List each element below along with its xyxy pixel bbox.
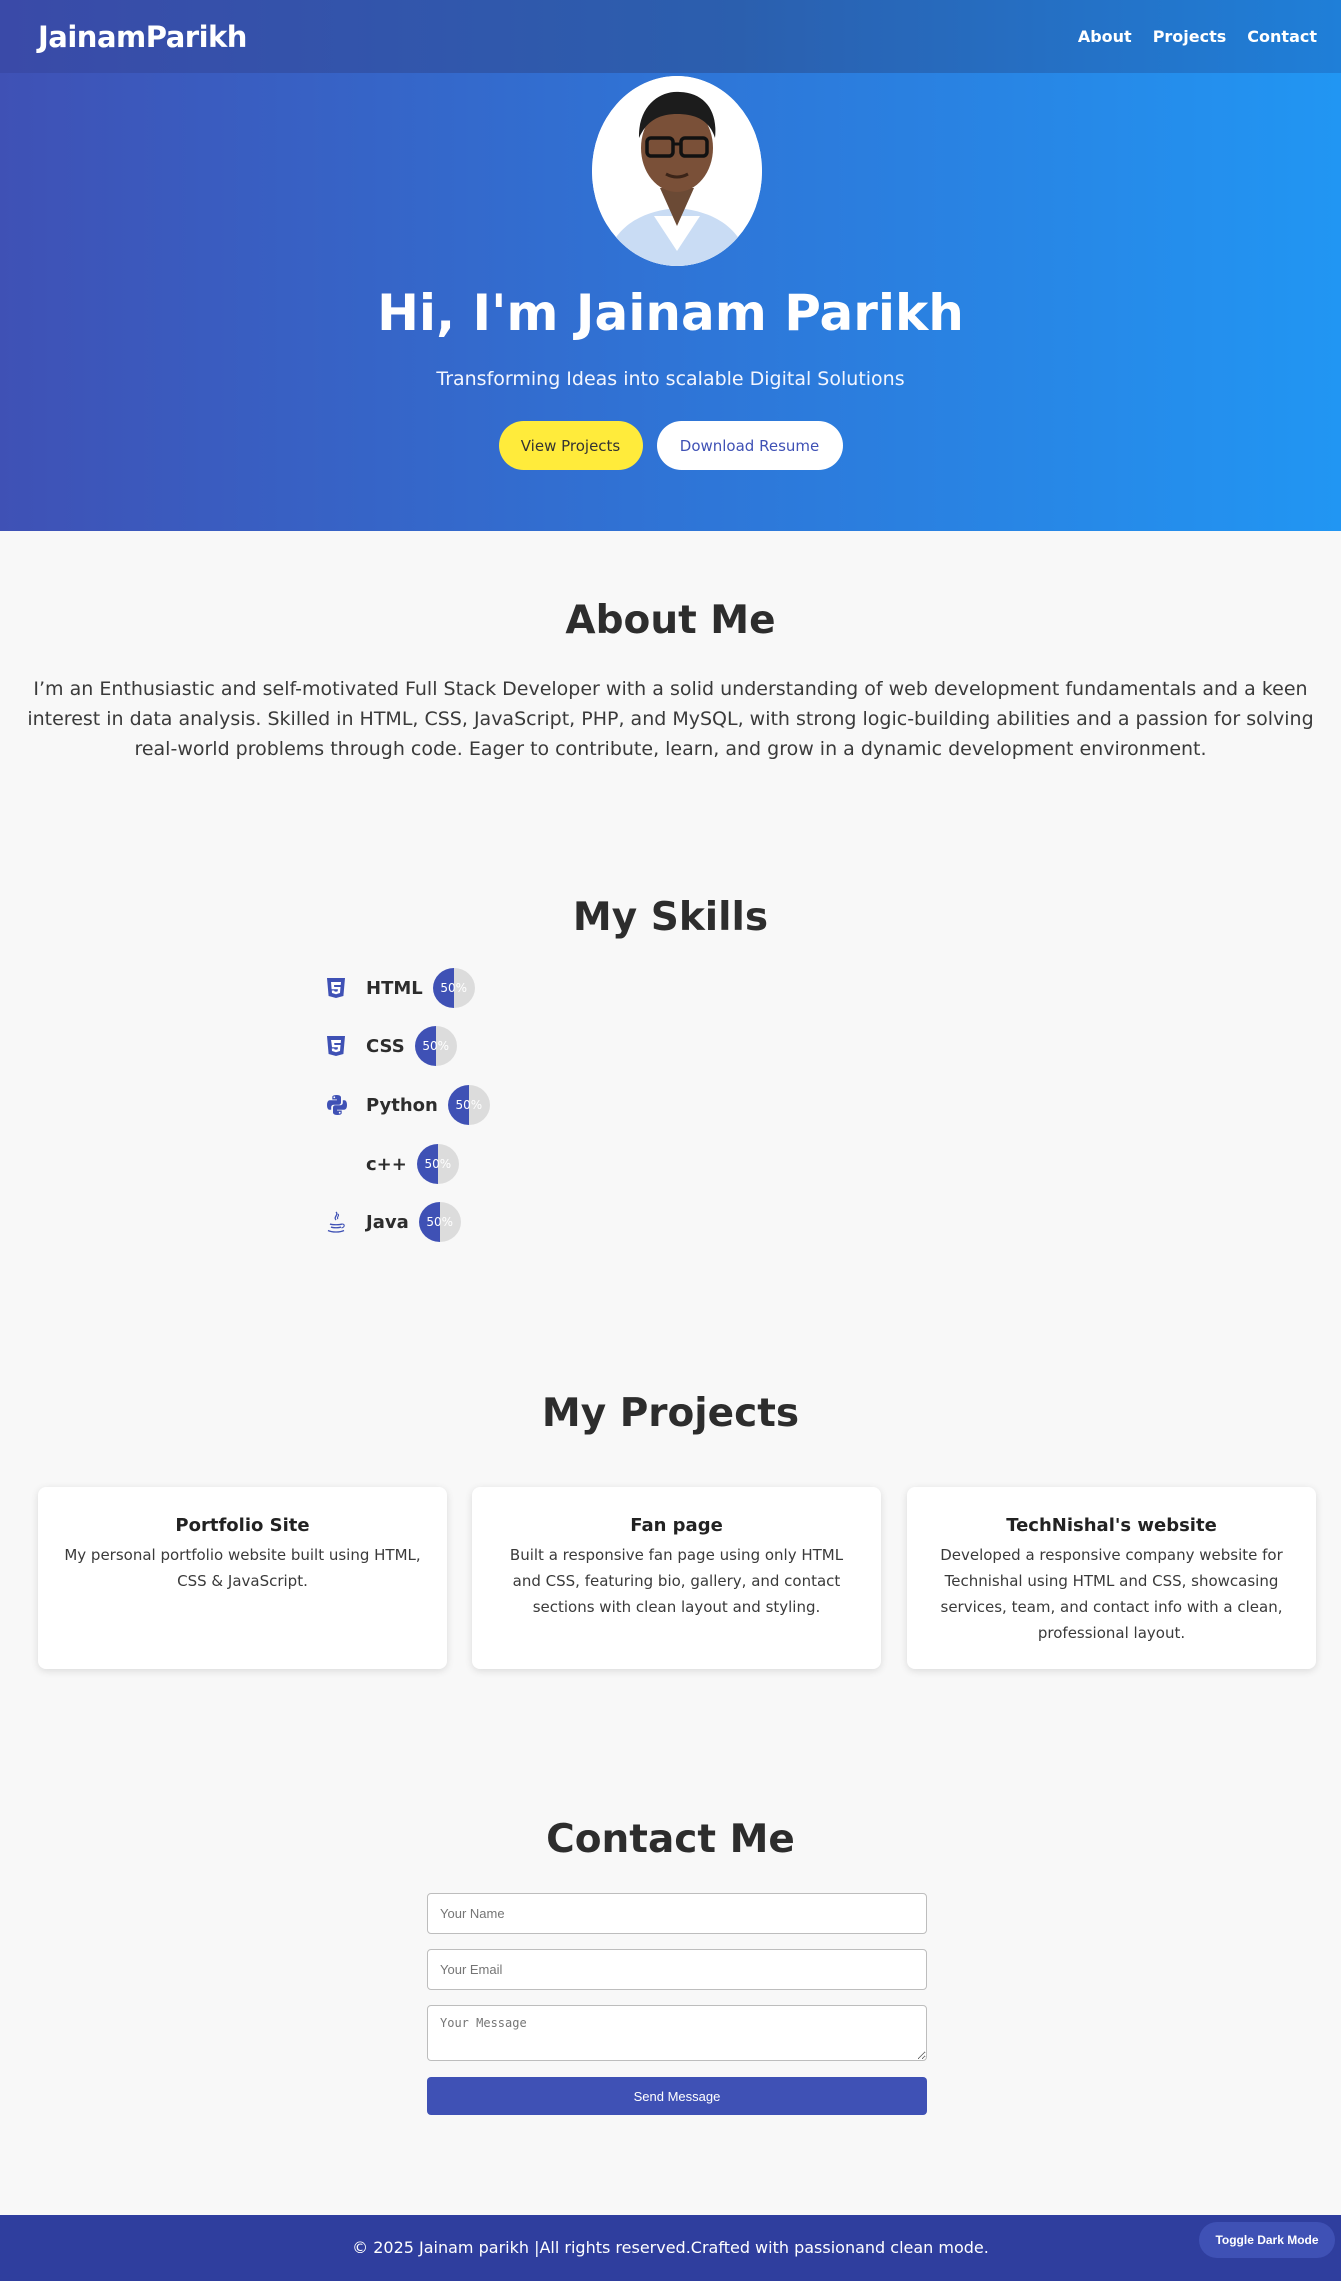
project-description: My personal portfolio website built usin… bbox=[64, 1546, 421, 1590]
site-logo[interactable]: JainamParikh bbox=[38, 20, 247, 54]
email-input[interactable] bbox=[427, 1949, 927, 1990]
profile-avatar bbox=[592, 76, 762, 266]
profile-photo-icon bbox=[592, 76, 762, 266]
skill-progress-ring: 50% bbox=[447, 1085, 490, 1125]
skill-name: CSS bbox=[366, 1035, 405, 1057]
hero-subtitle: Transforming Ideas into scalable Digital… bbox=[436, 368, 905, 390]
about-heading: About Me bbox=[565, 598, 776, 643]
skill-item-html: HTML 50% bbox=[320, 968, 475, 1008]
java-icon bbox=[320, 1210, 352, 1234]
view-projects-button[interactable]: View Projects bbox=[498, 421, 643, 470]
skill-item-java: Java 50% bbox=[320, 1202, 461, 1242]
skill-progress-ring: 50% bbox=[416, 1144, 459, 1184]
skill-name: Python bbox=[366, 1094, 438, 1116]
navbar: JainamParikh About Projects Contact bbox=[0, 0, 1341, 73]
python-icon bbox=[320, 1094, 352, 1116]
project-card[interactable]: Portfolio Site My personal portfolio web… bbox=[38, 1487, 447, 1669]
message-textarea[interactable] bbox=[427, 2005, 927, 2061]
css3-icon bbox=[320, 1035, 352, 1057]
html5-icon bbox=[320, 977, 352, 999]
project-title: Portfolio Site bbox=[175, 1515, 310, 1536]
project-description: Built a responsive fan page using only H… bbox=[509, 1546, 844, 1616]
skill-progress-ring: 50% bbox=[414, 1026, 457, 1066]
footer-text: © 2025 Jainam parikh |All rights reserve… bbox=[352, 2238, 989, 2257]
skill-item-python: Python 50% bbox=[320, 1085, 490, 1125]
footer: © 2025 Jainam parikh |All rights reserve… bbox=[0, 2215, 1341, 2281]
project-title: TechNishal's website bbox=[1006, 1515, 1217, 1536]
toggle-dark-mode-button[interactable]: Toggle Dark Mode bbox=[1199, 2222, 1335, 2258]
skill-item-css: CSS 50% bbox=[320, 1026, 457, 1066]
skills-heading: My Skills bbox=[572, 895, 769, 940]
send-message-button[interactable]: Send Message bbox=[427, 2077, 927, 2115]
contact-heading: Contact Me bbox=[546, 1817, 795, 1862]
project-description: Developed a responsive company website f… bbox=[940, 1546, 1283, 1642]
skill-name: Java bbox=[366, 1211, 409, 1233]
skill-progress-ring: 50% bbox=[432, 968, 475, 1008]
skill-name: c++ bbox=[366, 1153, 407, 1175]
name-input[interactable] bbox=[427, 1893, 927, 1934]
about-text: I’m an Enthusiastic and self-motivated F… bbox=[27, 678, 1314, 760]
project-title: Fan page bbox=[630, 1515, 723, 1536]
hero-section: Hi, I'm Jainam Parikh Transforming Ideas… bbox=[0, 0, 1341, 531]
contact-form: Send Message bbox=[427, 1893, 927, 2115]
project-card[interactable]: Fan page Built a responsive fan page usi… bbox=[472, 1487, 881, 1669]
nav-link-projects[interactable]: Projects bbox=[1153, 27, 1227, 46]
projects-heading: My Projects bbox=[541, 1391, 800, 1436]
nav-link-about[interactable]: About bbox=[1078, 27, 1132, 46]
project-card[interactable]: TechNishal's website Developed a respons… bbox=[907, 1487, 1316, 1669]
skill-name: HTML bbox=[366, 977, 423, 999]
nav-link-contact[interactable]: Contact bbox=[1247, 27, 1317, 46]
skill-item-cpp: c++ 50% bbox=[320, 1144, 459, 1184]
download-resume-button[interactable]: Download Resume bbox=[656, 421, 843, 470]
hero-title: Hi, I'm Jainam Parikh bbox=[377, 284, 964, 342]
hero-buttons: View Projects Download Resume bbox=[0, 421, 1341, 470]
skill-progress-ring: 50% bbox=[418, 1202, 461, 1242]
nav-links: About Projects Contact bbox=[1078, 27, 1317, 46]
